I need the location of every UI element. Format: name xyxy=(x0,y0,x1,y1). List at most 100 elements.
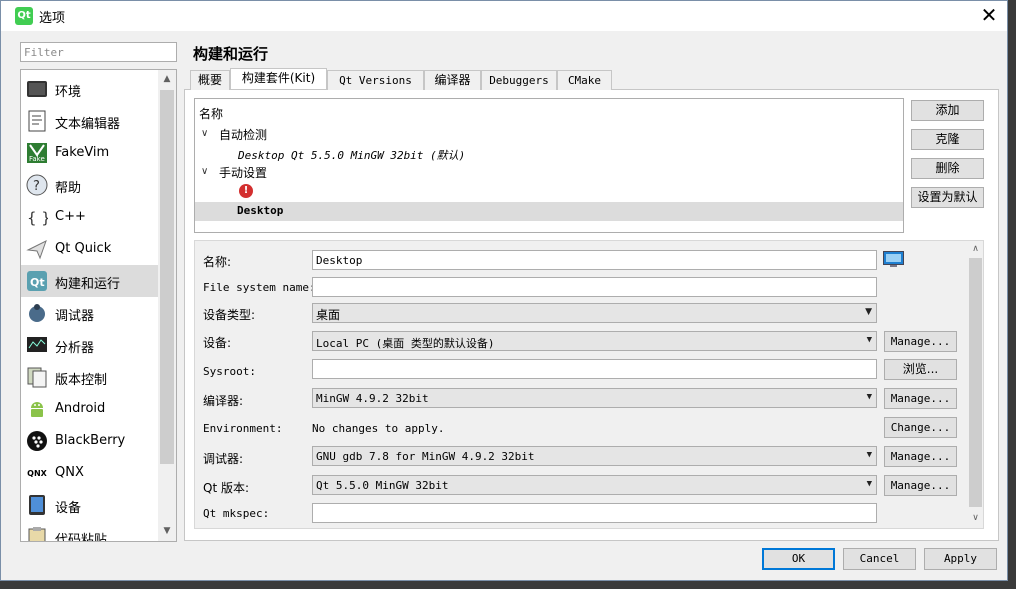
debugger-value: GNU gdb 7.8 for MinGW 4.9.2 32bit xyxy=(316,450,535,463)
tree-kit-auto-desktop[interactable]: Desktop Qt 5.5.0 MinGW 32bit (默认) xyxy=(195,145,903,164)
category-item-analyzer[interactable]: 分析器 xyxy=(21,329,158,361)
fs-name-input[interactable] xyxy=(312,277,877,297)
tab-qt-versions[interactable]: Qt Versions xyxy=(327,70,424,90)
environment-label: Environment: xyxy=(203,422,283,435)
tree-group-label: 自动检测 xyxy=(219,128,268,142)
tree-group-manual[interactable]: ∨ 手动设置 xyxy=(195,164,903,183)
device-manage-button[interactable]: Manage... xyxy=(884,331,957,352)
details-scrollbar[interactable]: ∧ ∨ xyxy=(968,241,983,528)
environment-value: No changes to apply. xyxy=(312,422,445,435)
environment-change-button[interactable]: Change... xyxy=(884,417,957,438)
tree-header-name: 名称 xyxy=(199,107,224,121)
sysroot-browse-button[interactable]: 浏览... xyxy=(884,359,957,380)
tree-kit-manual-desktop[interactable]: Desktop xyxy=(195,202,903,221)
scroll-down-icon[interactable]: ▼ xyxy=(158,526,176,536)
window-title: 选项 xyxy=(39,11,66,26)
help-icon: ? xyxy=(26,174,48,196)
device-value: Local PC (桌面 类型的默认设备) xyxy=(316,337,495,350)
filter-input[interactable]: Filter xyxy=(20,42,177,62)
device-type-value: 桌面 xyxy=(316,308,341,322)
qt-version-select[interactable]: Qt 5.5.0 MinGW 32bit ▼ xyxy=(312,475,877,495)
cancel-button[interactable]: Cancel xyxy=(843,548,916,570)
kit-name-input[interactable]: Desktop xyxy=(312,250,877,270)
device-select[interactable]: Local PC (桌面 类型的默认设备) ▼ xyxy=(312,331,877,351)
chevron-down-icon: ▼ xyxy=(866,450,872,460)
category-item-code-paste[interactable]: 代码粘贴 xyxy=(21,521,158,541)
scrollbar-thumb[interactable] xyxy=(969,258,982,507)
debugger-manage-button[interactable]: Manage... xyxy=(884,446,957,467)
error-icon: ! xyxy=(239,184,253,198)
tab-compilers[interactable]: 编译器 xyxy=(424,70,481,90)
code-paste-icon xyxy=(26,526,48,541)
apply-button[interactable]: Apply xyxy=(924,548,997,570)
chevron-down-icon: ▼ xyxy=(865,307,872,317)
tab-kits[interactable]: 构建套件(Kit) xyxy=(230,68,327,89)
category-item-fakevim[interactable]: Fake FakeVim xyxy=(21,137,158,169)
sysroot-input[interactable] xyxy=(312,359,877,379)
category-label: Qt Quick xyxy=(55,241,112,256)
category-label: 构建和运行 xyxy=(55,277,121,292)
monitor-icon[interactable] xyxy=(883,251,904,268)
category-label: 版本控制 xyxy=(55,373,108,388)
category-item-android[interactable]: Android xyxy=(21,393,158,425)
category-label: FakeVim xyxy=(55,145,110,160)
compiler-manage-button[interactable]: Manage... xyxy=(884,388,957,409)
tree-group-auto[interactable]: ∨ 自动检测 xyxy=(195,126,903,145)
qt-version-value: Qt 5.5.0 MinGW 32bit xyxy=(316,479,449,492)
chevron-down-icon: ▼ xyxy=(866,392,872,402)
name-label: 名称: xyxy=(203,255,232,269)
analyzer-icon xyxy=(26,334,48,356)
chevron-down-icon[interactable]: ∨ xyxy=(201,166,208,177)
mkspec-input[interactable] xyxy=(312,503,877,523)
category-label: Android xyxy=(55,401,106,416)
remove-kit-button[interactable]: 删除 xyxy=(911,158,984,179)
scrollbar-thumb[interactable] xyxy=(160,90,174,464)
svg-text:Qt: Qt xyxy=(30,276,45,289)
category-item-qt-quick[interactable]: Qt Quick xyxy=(21,233,158,265)
fs-name-label: File system name: xyxy=(203,281,316,294)
tab-overview[interactable]: 概要 xyxy=(190,70,230,90)
clone-kit-button[interactable]: 克隆 xyxy=(911,129,984,150)
tab-cmake[interactable]: CMake xyxy=(557,70,612,90)
tree-group-label: 手动设置 xyxy=(219,166,268,180)
ok-button[interactable]: OK xyxy=(762,548,835,570)
tree-kit-label: Desktop xyxy=(237,204,284,217)
device-type-select[interactable]: 桌面 ▼ xyxy=(312,303,877,323)
compiler-select[interactable]: MinGW 4.9.2 32bit ▼ xyxy=(312,388,877,408)
category-item-text-editor[interactable]: 文本编辑器 xyxy=(21,105,158,137)
scroll-up-icon[interactable]: ▲ xyxy=(158,74,176,84)
svg-text:?: ? xyxy=(33,179,40,194)
chevron-down-icon: ▼ xyxy=(866,479,872,489)
category-label: 环境 xyxy=(55,85,82,100)
chevron-down-icon[interactable]: ∨ xyxy=(201,128,208,139)
close-icon[interactable]: ✕ xyxy=(977,4,1001,28)
category-item-cpp[interactable]: { } C++ xyxy=(21,201,158,233)
scroll-up-icon[interactable]: ∧ xyxy=(968,244,983,254)
category-label: C++ xyxy=(55,209,86,224)
svg-text:{ }: { } xyxy=(27,209,48,227)
tab-debuggers[interactable]: Debuggers xyxy=(481,70,557,90)
version-control-icon xyxy=(26,366,48,388)
debugger-select[interactable]: GNU gdb 7.8 for MinGW 4.9.2 32bit ▼ xyxy=(312,446,877,466)
build-run-icon: Qt xyxy=(26,270,48,292)
make-default-button[interactable]: 设置为默认 xyxy=(911,187,984,208)
category-item-build-run[interactable]: Qt 构建和运行 xyxy=(21,265,158,297)
category-label: 设备 xyxy=(55,501,82,516)
category-item-environment[interactable]: 环境 xyxy=(21,73,158,105)
category-item-blackberry[interactable]: BlackBerry xyxy=(21,425,158,457)
sidebar-scrollbar[interactable]: ▲ ▼ xyxy=(158,70,176,541)
category-label: 文本编辑器 xyxy=(55,117,121,132)
category-item-devices[interactable]: 设备 xyxy=(21,489,158,521)
category-list: 环境 文本编辑器 Fake FakeVim ? 帮助 { } C++ xyxy=(20,69,177,542)
category-item-version-control[interactable]: 版本控制 xyxy=(21,361,158,393)
category-item-debugger[interactable]: 调试器 xyxy=(21,297,158,329)
add-kit-button[interactable]: 添加 xyxy=(911,100,984,121)
mkspec-label: Qt mkspec: xyxy=(203,507,270,520)
category-item-qnx[interactable]: QNX QNX xyxy=(21,457,158,489)
debugger-icon xyxy=(26,302,48,324)
category-label: BlackBerry xyxy=(55,433,126,448)
category-item-help[interactable]: ? 帮助 xyxy=(21,169,158,201)
tree-kit-label: Desktop Qt 5.5.0 MinGW 32bit (默认) xyxy=(238,149,466,162)
scroll-down-icon[interactable]: ∨ xyxy=(968,513,983,523)
qt-version-manage-button[interactable]: Manage... xyxy=(884,475,957,496)
